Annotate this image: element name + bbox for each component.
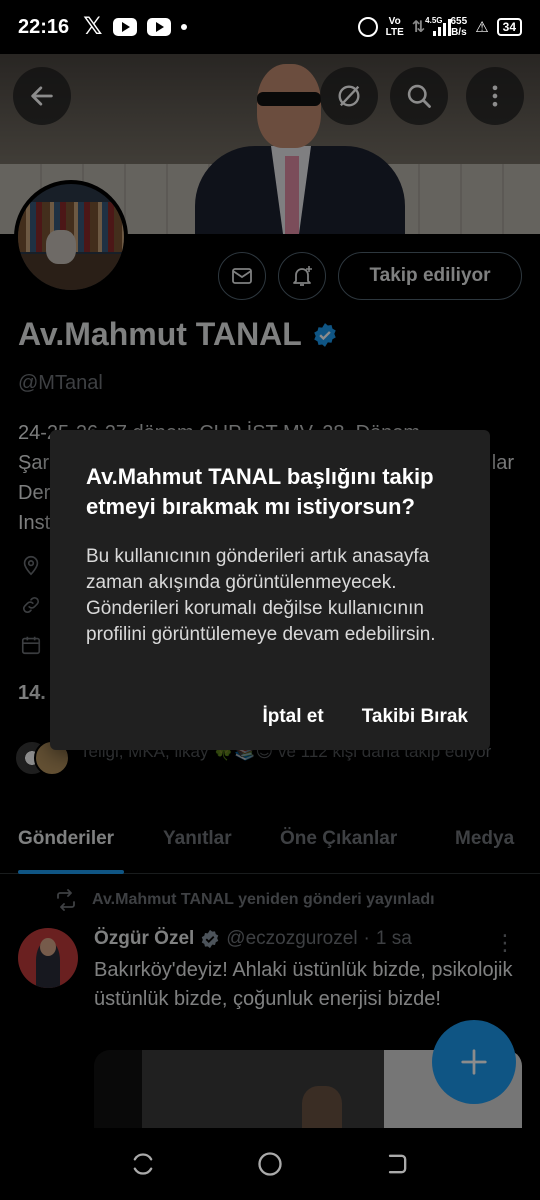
status-time: 22:16 bbox=[18, 15, 70, 38]
home-icon[interactable] bbox=[256, 1150, 284, 1178]
warning-icon: ⚠ bbox=[475, 19, 489, 36]
youtube-icon bbox=[146, 18, 171, 36]
dialog-title: Av.Mahmut TANAL başlığını takip etmeyi b… bbox=[86, 464, 434, 519]
unfollow-button[interactable]: Takibi Bırak bbox=[362, 706, 468, 728]
net-speed: 655 B/s bbox=[450, 16, 468, 38]
cancel-button[interactable]: İptal et bbox=[262, 706, 323, 728]
battery-indicator: 34 bbox=[496, 18, 522, 36]
x-app-icon: 𝕏 bbox=[83, 13, 103, 40]
status-bar: 22:16 𝕏 Vo LTE ⇅ 4.5G 655 B/s ⚠ 34 bbox=[0, 0, 540, 54]
system-nav-bar bbox=[0, 1128, 540, 1200]
volte-label: Vo LTE bbox=[385, 16, 404, 38]
net-type-label: 4.5G bbox=[425, 15, 443, 25]
youtube-icon bbox=[112, 18, 137, 36]
dialog-actions: İptal et Takibi Bırak bbox=[262, 706, 468, 728]
recents-icon[interactable] bbox=[129, 1150, 157, 1178]
notification-dot-icon bbox=[180, 24, 187, 30]
unfollow-dialog: Av.Mahmut TANAL başlığını takip etmeyi b… bbox=[50, 430, 490, 750]
dialog-body: Bu kullanıcının gönderileri artık anasay… bbox=[86, 546, 436, 645]
alarm-icon bbox=[357, 17, 378, 37]
back-nav-icon[interactable] bbox=[383, 1150, 411, 1178]
data-arrows-icon: ⇅ bbox=[411, 19, 426, 36]
